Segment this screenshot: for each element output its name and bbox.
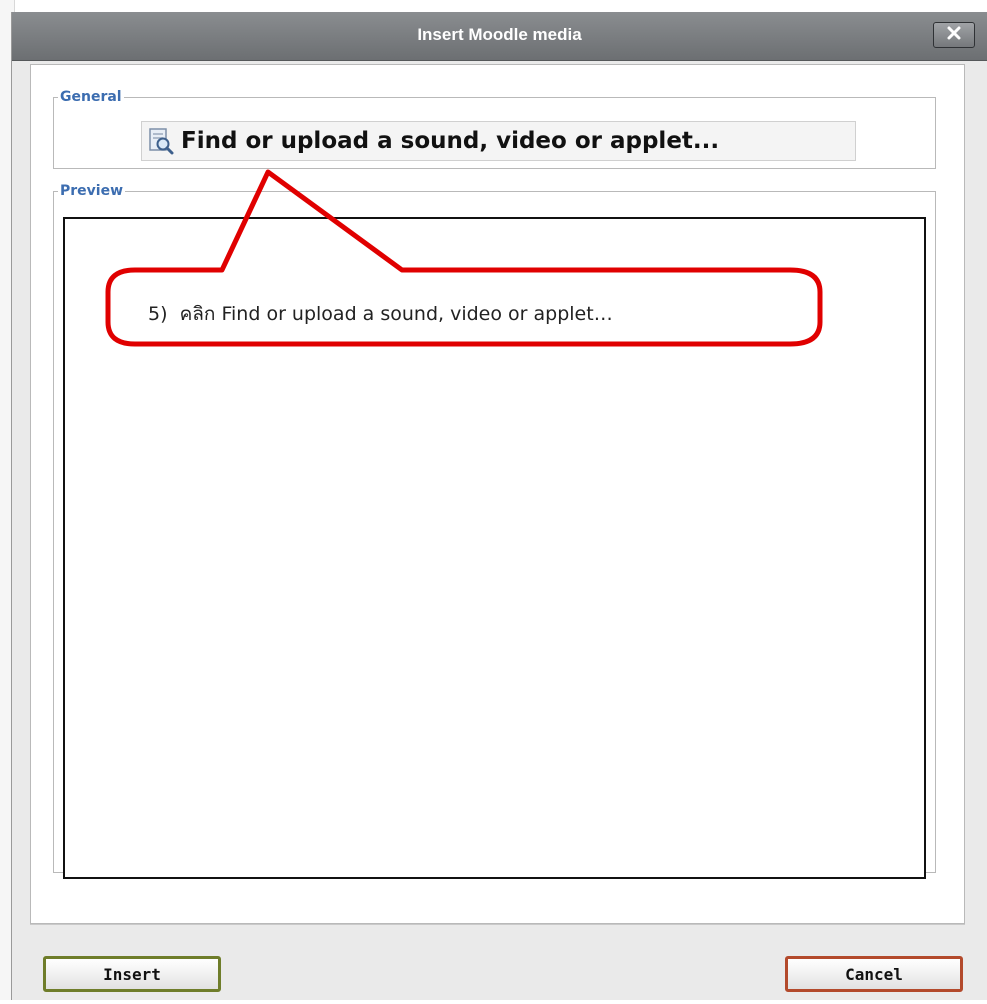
general-legend: General [60, 89, 122, 105]
find-or-upload-label: Find or upload a sound, video or applet.… [181, 128, 720, 154]
general-fieldset: General Find or upload a sound, video or… [53, 89, 936, 169]
file-search-icon [147, 127, 175, 155]
preview-area [63, 217, 926, 879]
footer-divider [30, 924, 965, 925]
preview-legend: Preview [60, 183, 124, 199]
dialog-content: General Find or upload a sound, video or… [30, 64, 965, 924]
close-icon [946, 25, 962, 45]
preview-fieldset: Preview [53, 183, 936, 879]
dialog-titlebar[interactable]: Insert Moodle media [12, 12, 987, 61]
cancel-button[interactable]: Cancel [785, 956, 963, 992]
close-button[interactable] [933, 22, 975, 48]
find-or-upload-link[interactable]: Find or upload a sound, video or applet.… [141, 121, 856, 161]
insert-button[interactable]: Insert [43, 956, 221, 992]
dialog-title: Insert Moodle media [417, 25, 582, 44]
